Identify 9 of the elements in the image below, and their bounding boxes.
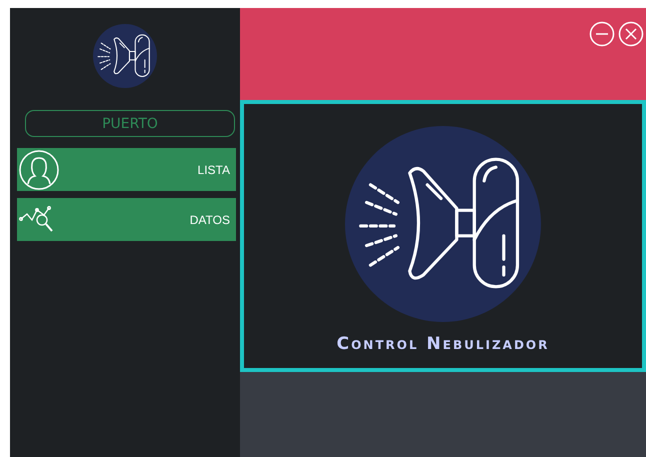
close-button[interactable] [618, 21, 644, 47]
person-icon [19, 150, 59, 190]
app-title: Control Nebulizador [336, 334, 550, 354]
menu-item[interactable]: DATOS [17, 198, 236, 241]
nebulizer-logo-icon [345, 126, 541, 322]
minimize-button[interactable] [589, 21, 615, 47]
logo-icon [93, 24, 157, 88]
menu-item[interactable]: LISTA [17, 148, 236, 191]
port-button[interactable]: PUERTO [25, 110, 235, 137]
